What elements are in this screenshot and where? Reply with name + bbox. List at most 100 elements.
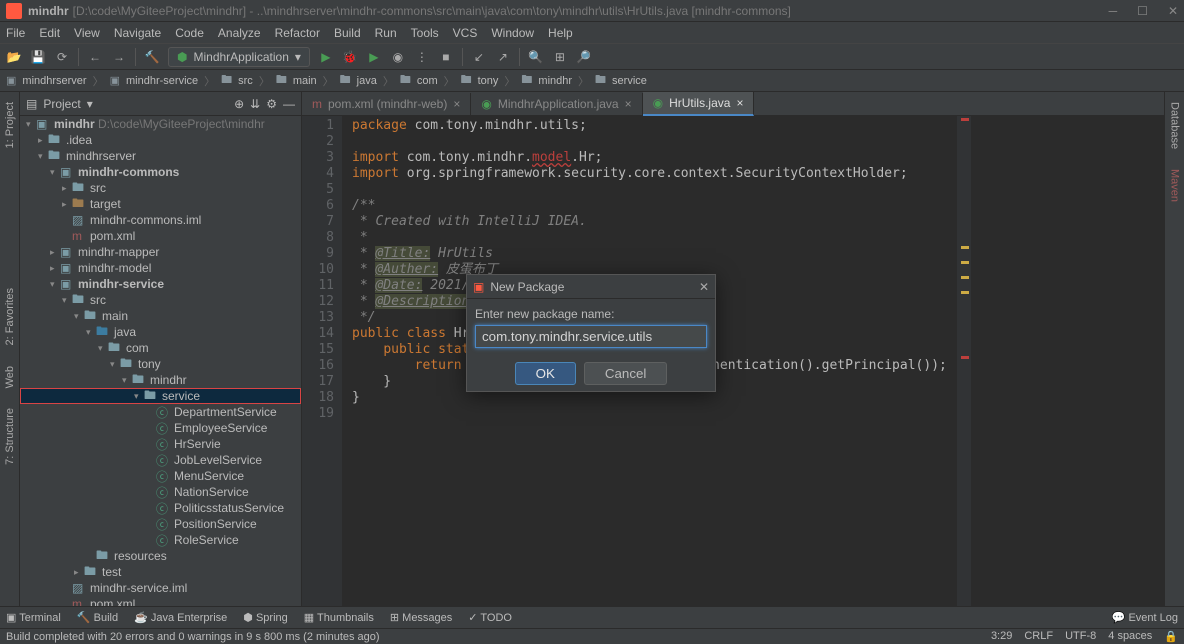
menu-vcs[interactable]: VCS [453, 26, 478, 40]
menu-view[interactable]: View [74, 26, 100, 40]
gear-icon[interactable]: ⚙ [266, 97, 277, 111]
error-marker[interactable] [961, 356, 969, 359]
side-tab-database[interactable]: Database [1169, 102, 1181, 149]
chevron-down-icon[interactable]: ▾ [87, 97, 93, 111]
breadcrumb[interactable]: tony [478, 75, 499, 87]
tree-row[interactable]: ⓒPoliticsstatusService [20, 500, 301, 516]
tree-row[interactable]: ⓒMenuService [20, 468, 301, 484]
menu-navigate[interactable]: Navigate [114, 26, 161, 40]
tree-row[interactable]: ▾🖿com [20, 340, 301, 356]
tree-row[interactable]: ▾🖿java [20, 324, 301, 340]
tree-row[interactable]: ▨mindhr-service.iml [20, 580, 301, 596]
collapse-icon[interactable]: ⇊ [250, 97, 260, 111]
tree-row[interactable]: ▨mindhr-commons.iml [20, 212, 301, 228]
tree-row[interactable]: mpom.xml [20, 596, 301, 606]
minimize-icon[interactable]: ─ [1109, 4, 1118, 18]
status-crlf[interactable]: CRLF [1024, 630, 1053, 643]
warn-marker[interactable] [961, 276, 969, 279]
tree-row[interactable]: ⓒRoleService [20, 532, 301, 548]
refresh-icon[interactable]: ⟳ [54, 49, 70, 65]
tree-row[interactable]: ▾🖿tony [20, 356, 301, 372]
tree-row[interactable]: ▸🖿test [20, 564, 301, 580]
target-icon[interactable]: ⊕ [234, 97, 244, 111]
save-icon[interactable]: 💾 [30, 49, 46, 65]
menu-help[interactable]: Help [548, 26, 573, 40]
cancel-button[interactable]: Cancel [584, 362, 668, 385]
menu-file[interactable]: File [6, 26, 25, 40]
tree-row[interactable]: ▸🖿.idea [20, 132, 301, 148]
tree-row[interactable]: ▾🖿mindhr [20, 372, 301, 388]
bottom-tab-todo[interactable]: ✓ TODO [468, 611, 512, 624]
find-icon[interactable]: 🔎 [576, 49, 592, 65]
stop-icon[interactable]: ■ [438, 49, 454, 65]
breadcrumb[interactable]: mindhr-service [126, 75, 198, 87]
close-tab-icon[interactable]: × [453, 97, 460, 111]
tree-row[interactable]: mpom.xml [20, 228, 301, 244]
status-spaces[interactable]: 4 spaces [1108, 630, 1152, 643]
close-tab-icon[interactable]: × [736, 96, 743, 110]
tree-row[interactable]: ⓒJobLevelService [20, 452, 301, 468]
tree-row[interactable]: ▸▣mindhr-model [20, 260, 301, 276]
vcs-icon[interactable]: ↙ [471, 49, 487, 65]
profile-icon[interactable]: ◉ [390, 49, 406, 65]
menu-edit[interactable]: Edit [39, 26, 60, 40]
bottom-tab-build[interactable]: 🔨 Build [77, 611, 118, 624]
build-icon[interactable]: 🔨 [144, 49, 160, 65]
side-tab-structure[interactable]: 7: Structure [4, 408, 16, 465]
error-marker[interactable] [961, 118, 969, 121]
error-stripe[interactable] [957, 116, 971, 606]
warn-marker[interactable] [961, 291, 969, 294]
menu-code[interactable]: Code [175, 26, 204, 40]
breadcrumb[interactable]: com [417, 75, 438, 87]
run-icon[interactable]: ▶ [318, 49, 334, 65]
vcs-push-icon[interactable]: ↗ [495, 49, 511, 65]
side-tab-web[interactable]: Web [4, 366, 16, 388]
run-config-dropdown[interactable]: ⬢ MindhrApplication ▾ [168, 47, 310, 67]
tree-row[interactable]: ▾🖿main [20, 308, 301, 324]
breadcrumb[interactable]: java [357, 75, 377, 87]
tree-row[interactable]: ▸🖿src [20, 180, 301, 196]
forward-icon[interactable]: → [111, 49, 127, 65]
breadcrumb[interactable]: src [238, 75, 253, 87]
coverage-icon[interactable]: ▶ [366, 49, 382, 65]
breadcrumb[interactable]: service [612, 75, 647, 87]
tree-row[interactable]: ▸🖿target [20, 196, 301, 212]
breadcrumb[interactable]: main [293, 75, 317, 87]
close-icon[interactable]: ✕ [1168, 4, 1178, 18]
warn-marker[interactable] [961, 246, 969, 249]
editor-tab-active[interactable]: ◉ HrUtils.java × [643, 92, 755, 116]
tree-row[interactable]: ▾🖿mindhrserver [20, 148, 301, 164]
search-icon[interactable]: 🔍 [528, 49, 544, 65]
tree-row[interactable]: ▾▣mindhr-service [20, 276, 301, 292]
side-tab-project[interactable]: 1: Project [4, 102, 16, 148]
tree-row[interactable]: ⓒPositionService [20, 516, 301, 532]
close-icon[interactable]: ✕ [699, 280, 709, 294]
tree-row[interactable]: ▸▣mindhr-mapper [20, 244, 301, 260]
project-tree[interactable]: ▾▣mindhr D:\code\MyGiteeProject\mindhr▸🖿… [20, 116, 301, 606]
menu-analyze[interactable]: Analyze [218, 26, 261, 40]
bottom-tab-messages[interactable]: ⊞ Messages [390, 611, 452, 624]
side-tab-favorites[interactable]: 2: Favorites [4, 288, 16, 345]
maximize-icon[interactable]: ☐ [1137, 4, 1148, 18]
tree-row[interactable]: ⓒHrServie [20, 436, 301, 452]
back-icon[interactable]: ← [87, 49, 103, 65]
status-encoding[interactable]: UTF-8 [1065, 630, 1096, 643]
attach-icon[interactable]: ⋮ [414, 49, 430, 65]
ok-button[interactable]: OK [515, 362, 576, 385]
tree-row[interactable]: ⓒNationService [20, 484, 301, 500]
bottom-tab-thumbnails[interactable]: ▦ Thumbnails [304, 611, 374, 624]
menu-refactor[interactable]: Refactor [275, 26, 320, 40]
breadcrumb[interactable]: mindhrserver [22, 75, 86, 87]
side-tab-maven[interactable]: Maven [1169, 169, 1181, 202]
tree-row[interactable]: ⓒDepartmentService [20, 404, 301, 420]
menu-window[interactable]: Window [491, 26, 534, 40]
bottom-tab-terminal[interactable]: ▣ Terminal [6, 611, 61, 624]
tree-row[interactable]: ▾🖿service [20, 388, 301, 404]
lock-icon[interactable]: 🔒 [1164, 630, 1178, 643]
tree-row[interactable]: ⓒEmployeeService [20, 420, 301, 436]
tree-row[interactable]: ▾🖿src [20, 292, 301, 308]
editor-tab[interactable]: ◉ MindhrApplication.java × [471, 93, 642, 115]
menu-run[interactable]: Run [375, 26, 397, 40]
bottom-tab-spring[interactable]: ⬢ Spring [243, 611, 287, 624]
close-tab-icon[interactable]: × [625, 97, 632, 111]
